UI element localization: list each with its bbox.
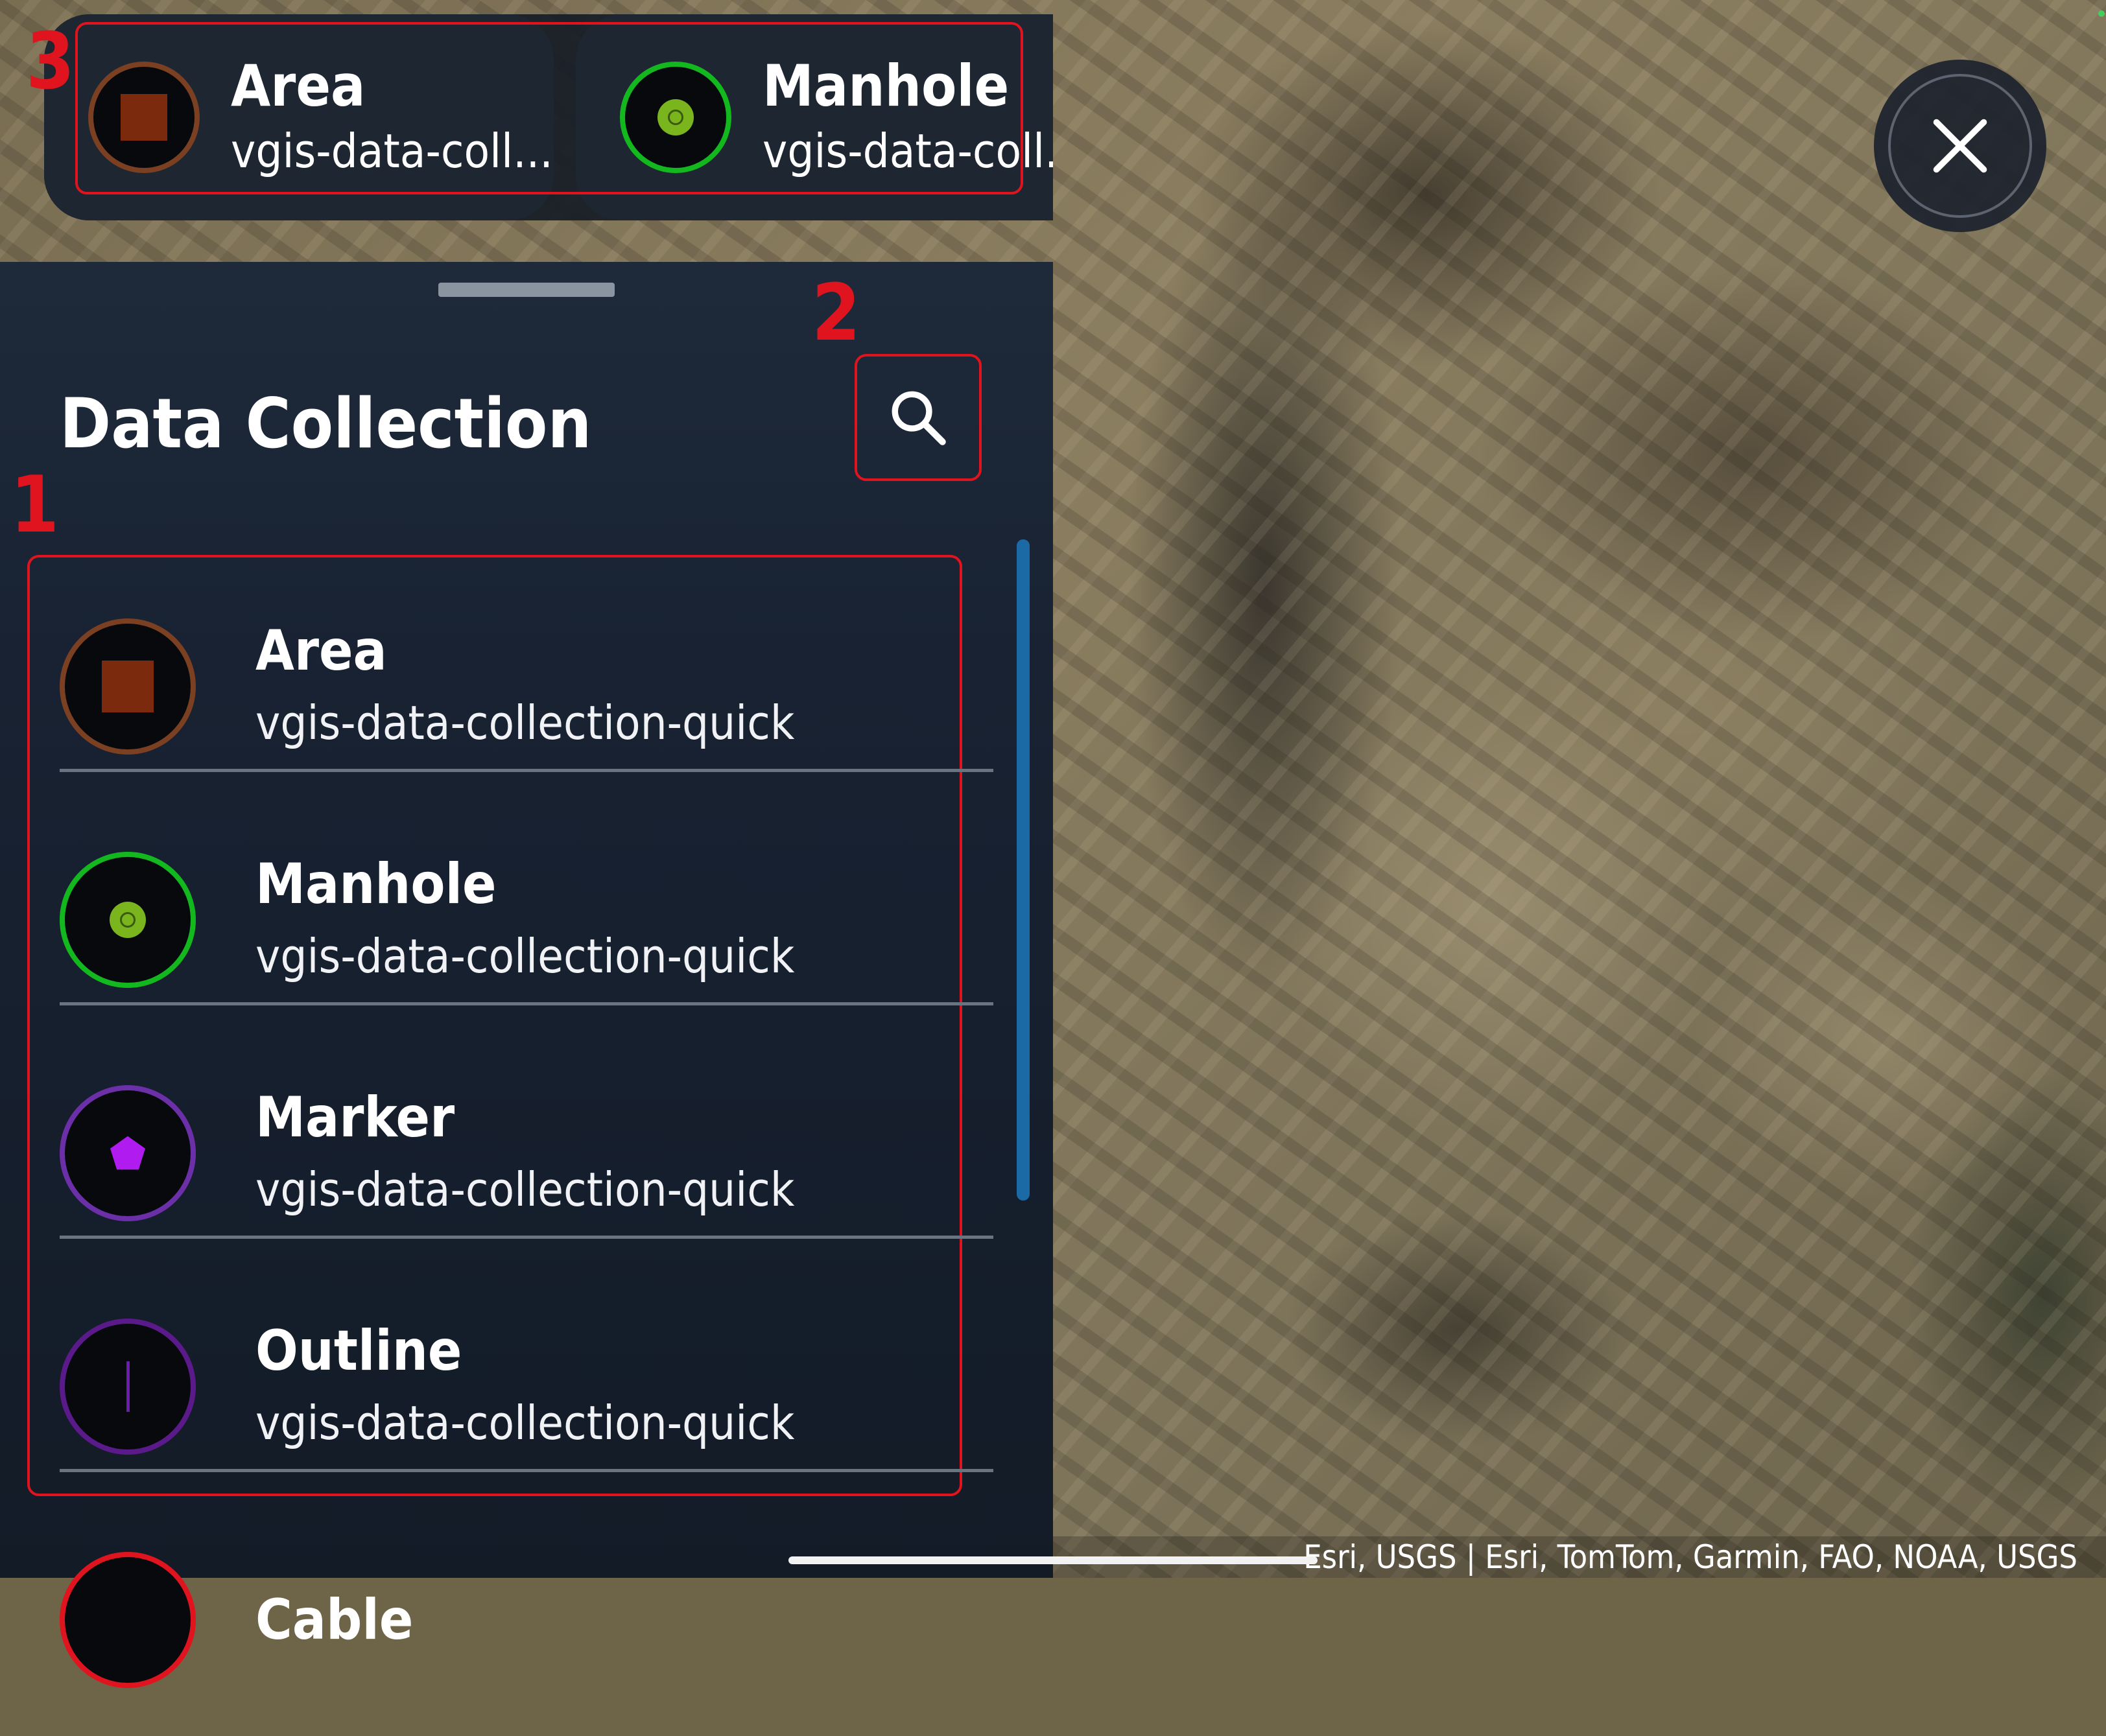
item-title: Outline <box>255 1319 462 1383</box>
panel-title: Data Collection <box>60 384 592 463</box>
list-item-manhole[interactable]: Manhole vgis-data-collection-quick <box>60 804 993 1036</box>
area-square-icon <box>60 618 196 755</box>
divider <box>60 1469 993 1472</box>
list-item-outline[interactable]: Outline vgis-data-collection-quick <box>60 1271 993 1503</box>
manhole-dot-icon <box>60 852 196 988</box>
outline-line-icon <box>60 1319 196 1455</box>
annotation-box-3 <box>75 22 1023 194</box>
status-indicator <box>2098 10 2105 17</box>
annotation-badge-2: 2 <box>812 268 861 358</box>
data-collection-panel: Data Collection 2 1 Area vgis-data-colle… <box>0 262 1053 1688</box>
annotation-badge-1: 1 <box>10 460 60 550</box>
list-item-area[interactable]: Area vgis-data-collection-quick <box>60 570 993 803</box>
scrollbar[interactable] <box>1017 539 1030 1201</box>
home-indicator[interactable] <box>788 1556 1318 1564</box>
marker-pentagon-icon <box>60 1085 196 1221</box>
item-title: Marker <box>255 1085 455 1150</box>
close-icon <box>1933 119 1987 173</box>
list-item-cable[interactable]: Cable <box>60 1504 993 1736</box>
item-title: Area <box>255 618 387 683</box>
item-subtitle: vgis-data-collection-quick <box>255 929 795 983</box>
list-item-marker[interactable]: Marker vgis-data-collection-quick <box>60 1037 993 1269</box>
search-icon <box>892 391 946 445</box>
search-button[interactable] <box>855 354 982 481</box>
item-title: Cable <box>255 1588 414 1652</box>
divider <box>60 1002 993 1005</box>
close-button[interactable] <box>1874 60 2046 232</box>
item-subtitle: vgis-data-collection-quick <box>255 696 795 750</box>
item-title: Manhole <box>255 852 497 917</box>
item-subtitle: vgis-data-collection-quick <box>255 1396 795 1450</box>
divider <box>60 1236 993 1239</box>
item-subtitle: vgis-data-collection-quick <box>255 1162 795 1217</box>
divider <box>60 769 993 772</box>
panel-grabber[interactable] <box>438 283 615 297</box>
annotation-badge-3: 3 <box>26 17 75 107</box>
cable-icon <box>60 1552 196 1688</box>
